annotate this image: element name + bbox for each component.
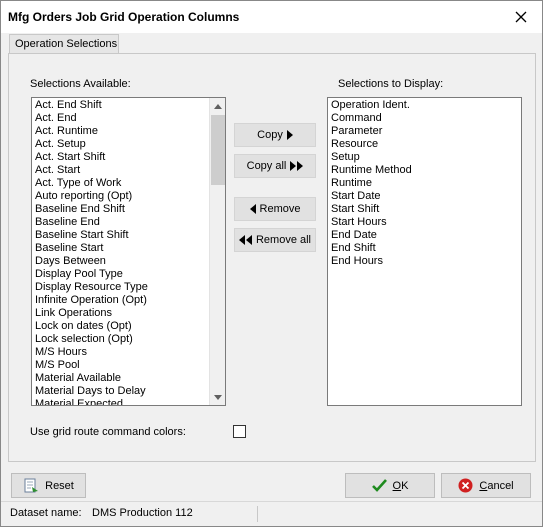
remove-all-button[interactable]: Remove all bbox=[234, 228, 316, 252]
copy-all-button[interactable]: Copy all bbox=[234, 154, 316, 178]
reset-label: Reset bbox=[45, 479, 74, 492]
tab-operation-selections[interactable]: Operation Selections bbox=[9, 34, 119, 54]
arrow-right-icon bbox=[286, 130, 293, 140]
available-list-item[interactable]: Act. Setup bbox=[35, 138, 86, 151]
available-list-item[interactable]: Act. Type of Work bbox=[35, 177, 121, 190]
copy-all-label: Copy all bbox=[246, 160, 287, 172]
available-list-item[interactable]: Material Days to Delay bbox=[35, 385, 146, 398]
available-list-item[interactable]: Act. Start bbox=[35, 164, 80, 177]
arrow-left-icon bbox=[249, 204, 256, 214]
display-list-item[interactable]: Operation Ident. bbox=[331, 99, 410, 112]
available-list-item[interactable]: Display Pool Type bbox=[35, 268, 123, 281]
available-list-item[interactable]: Link Operations bbox=[35, 307, 112, 320]
display-list-item[interactable]: Runtime Method bbox=[331, 164, 412, 177]
display-list-item[interactable]: Start Hours bbox=[331, 216, 387, 229]
available-list-item[interactable]: Lock on dates (Opt) bbox=[35, 320, 132, 333]
display-list-item[interactable]: Start Date bbox=[331, 190, 381, 203]
window-title: Mfg Orders Job Grid Operation Columns bbox=[8, 10, 240, 24]
available-listbox[interactable]: Act. End Shift Act. End Act. Runtime Act. S… bbox=[31, 97, 226, 406]
display-list-item[interactable]: Setup bbox=[331, 151, 360, 164]
reset-icon bbox=[24, 478, 39, 492]
display-list-item[interactable]: Command bbox=[331, 112, 382, 125]
ok-button[interactable]: OK bbox=[345, 473, 435, 498]
copy-button[interactable]: Copy bbox=[234, 123, 316, 147]
scroll-thumb[interactable] bbox=[211, 115, 225, 185]
grid-colors-checkbox[interactable] bbox=[233, 425, 246, 438]
chevron-up-icon bbox=[214, 103, 222, 109]
display-list-item[interactable]: Parameter bbox=[331, 125, 382, 138]
close-icon bbox=[515, 11, 527, 23]
available-list-item[interactable]: Days Between bbox=[35, 255, 106, 268]
display-list-item[interactable]: End Date bbox=[331, 229, 377, 242]
grid-colors-label: Use grid route command colors: bbox=[30, 426, 186, 438]
dataset-name-value: DMS Production 112 bbox=[92, 507, 193, 519]
double-arrow-left-icon bbox=[238, 235, 252, 245]
status-bar: Dataset name: DMS Production 112 bbox=[1, 501, 542, 526]
display-list-item[interactable]: Resource bbox=[331, 138, 378, 151]
display-list-item[interactable]: Runtime bbox=[331, 177, 372, 190]
reset-button[interactable]: Reset bbox=[11, 473, 86, 498]
title-bar: Mfg Orders Job Grid Operation Columns bbox=[1, 1, 542, 33]
cancel-button[interactable]: Cancel bbox=[441, 473, 531, 498]
cancel-icon bbox=[458, 478, 473, 493]
remove-all-label: Remove all bbox=[255, 234, 312, 246]
display-listbox[interactable]: Operation Ident. Command Parameter Resource… bbox=[327, 97, 522, 406]
available-list-item[interactable]: M/S Pool bbox=[35, 359, 80, 372]
close-button[interactable] bbox=[508, 5, 534, 29]
available-list-item[interactable]: Baseline End bbox=[35, 216, 100, 229]
double-arrow-right-icon bbox=[290, 161, 304, 171]
check-icon bbox=[371, 479, 387, 492]
available-list-item[interactable]: Infinite Operation (Opt) bbox=[35, 294, 147, 307]
dialog-window: Mfg Orders Job Grid Operation Columns Op… bbox=[0, 0, 543, 527]
available-list-item[interactable]: Display Resource Type bbox=[35, 281, 148, 294]
remove-label: Remove bbox=[259, 203, 301, 215]
copy-label: Copy bbox=[257, 129, 283, 141]
available-list-item[interactable]: Material Available bbox=[35, 372, 121, 385]
remove-button[interactable]: Remove bbox=[234, 197, 316, 221]
status-divider bbox=[257, 506, 258, 522]
available-list-item[interactable]: Act. End bbox=[35, 112, 77, 125]
available-list-item[interactable]: Material Expected bbox=[35, 398, 123, 405]
available-list-item[interactable]: M/S Hours bbox=[35, 346, 87, 359]
dataset-name-label: Dataset name: bbox=[10, 507, 82, 519]
available-list-item[interactable]: Act. End Shift bbox=[35, 99, 102, 112]
scroll-down-arrow[interactable] bbox=[210, 389, 225, 405]
available-list-item[interactable]: Lock selection (Opt) bbox=[35, 333, 133, 346]
available-list-item[interactable]: Baseline End Shift bbox=[35, 203, 125, 216]
operation-selections-panel: Selections Available: Selections to Disp… bbox=[8, 53, 536, 462]
display-list-item[interactable]: End Hours bbox=[331, 255, 383, 268]
ok-label: OK bbox=[392, 479, 409, 492]
available-list-item[interactable]: Act. Start Shift bbox=[35, 151, 105, 164]
available-list-item[interactable]: Baseline Start bbox=[35, 242, 103, 255]
chevron-down-icon bbox=[214, 394, 222, 400]
available-list-item[interactable]: Baseline Start Shift bbox=[35, 229, 129, 242]
display-list-item[interactable]: Start Shift bbox=[331, 203, 379, 216]
cancel-label: Cancel bbox=[479, 479, 514, 492]
display-label: Selections to Display: bbox=[338, 78, 444, 90]
available-scrollbar[interactable] bbox=[209, 98, 225, 405]
available-list-item[interactable]: Auto reporting (Opt) bbox=[35, 190, 132, 203]
scroll-up-arrow[interactable] bbox=[210, 98, 225, 114]
display-list-item[interactable]: End Shift bbox=[331, 242, 376, 255]
available-label: Selections Available: bbox=[30, 78, 131, 90]
available-list-item[interactable]: Act. Runtime bbox=[35, 125, 98, 138]
